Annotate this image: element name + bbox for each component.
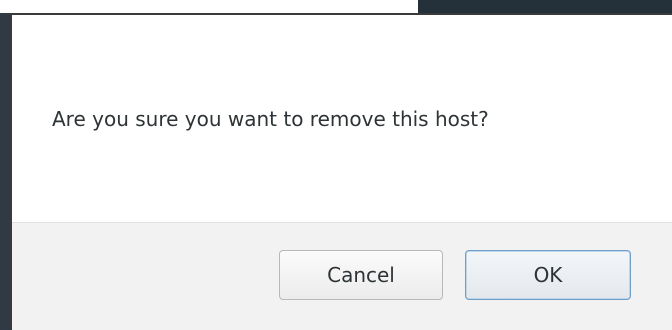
cancel-button[interactable]: Cancel	[279, 250, 443, 300]
confirm-remove-host-dialog: Are you sure you want to remove this hos…	[10, 13, 672, 330]
background-window-dark-area	[418, 0, 672, 13]
dialog-message: Are you sure you want to remove this hos…	[52, 107, 489, 131]
dialog-button-bar: Cancel OK	[12, 222, 672, 330]
ok-button[interactable]: OK	[465, 250, 631, 300]
